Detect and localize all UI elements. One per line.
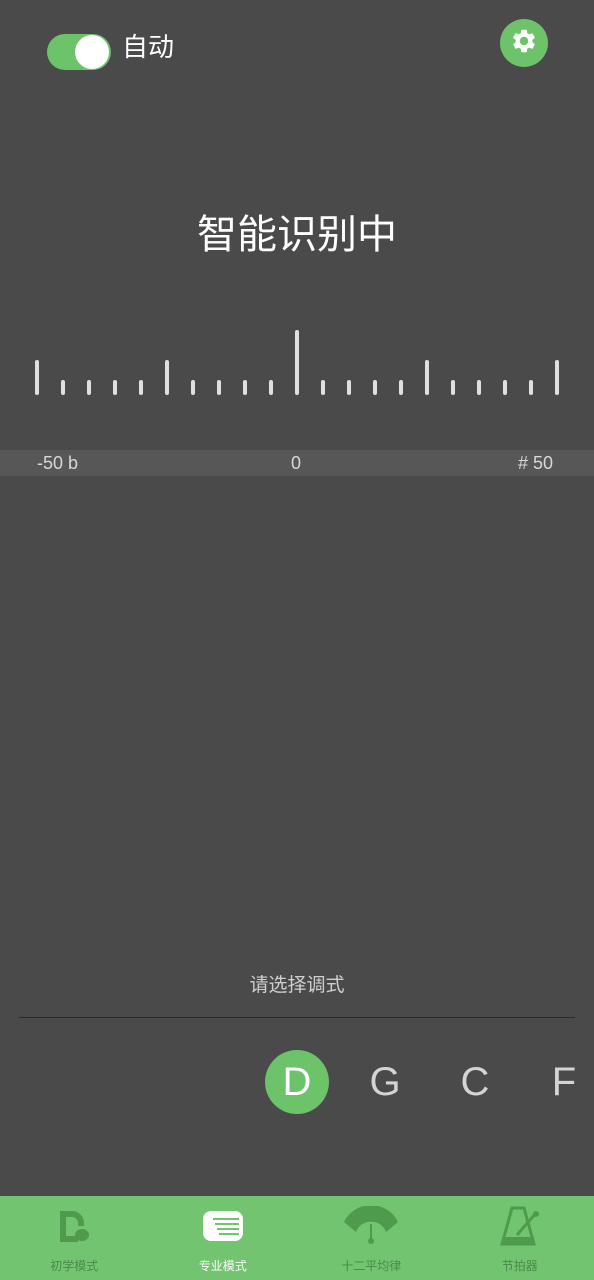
detection-status: 智能识别中 [197, 212, 397, 258]
major-tick [35, 360, 39, 395]
key-button-f[interactable]: F [532, 1050, 594, 1114]
metronome-icon [498, 1204, 542, 1248]
auto-toggle[interactable] [47, 34, 111, 70]
minor-tick [321, 380, 325, 395]
nav-label-equal-temperament: 十二平均律 [341, 1259, 402, 1273]
divider [19, 1017, 575, 1018]
settings-button[interactable] [500, 19, 548, 67]
minor-tick [347, 380, 351, 395]
minor-tick [451, 380, 455, 395]
minor-tick [113, 380, 117, 395]
minor-tick [269, 380, 273, 395]
minor-tick [529, 380, 533, 395]
key-button-c[interactable]: C [443, 1050, 507, 1114]
nav-item-metronome[interactable]: 节拍器 [446, 1196, 594, 1280]
toggle-knob [75, 35, 109, 69]
mode-prompt: 请选择调式 [249, 974, 345, 996]
minor-tick [243, 380, 247, 395]
nav-label-professional: 专业模式 [198, 1259, 247, 1273]
nav-item-professional[interactable]: 专业模式 [149, 1196, 298, 1280]
center-tick [295, 330, 299, 395]
minor-tick [61, 380, 65, 395]
professional-icon [201, 1204, 245, 1248]
auto-label: 自动 [122, 33, 175, 63]
cents-scale: -50 b 0 # 50 [0, 450, 594, 476]
beginner-icon [56, 1204, 92, 1248]
tuner-screen: 自动 智能识别中 -50 b 0 # 50 请选择调式 D G C F 初学模式 [0, 0, 594, 1280]
nav-item-equal-temperament[interactable]: 十二平均律 [297, 1196, 446, 1280]
minor-tick [399, 380, 403, 395]
minor-tick [477, 380, 481, 395]
minor-tick [191, 380, 195, 395]
key-button-d[interactable]: D [265, 1050, 329, 1114]
minor-tick [503, 380, 507, 395]
nav-item-beginner[interactable]: 初学模式 [0, 1196, 149, 1280]
minor-tick [139, 380, 143, 395]
scale-sharp-label: # 50 [518, 453, 554, 473]
scale-flat-label: -50 b [37, 453, 79, 473]
minor-tick [217, 380, 221, 395]
minor-tick [87, 380, 91, 395]
nav-label-beginner: 初学模式 [50, 1259, 99, 1273]
bottom-nav: 初学模式 专业模式 十二平均律 节拍器 [0, 1196, 594, 1280]
key-button-g[interactable]: G [353, 1050, 417, 1114]
nav-label-metronome: 节拍器 [501, 1259, 538, 1273]
major-tick [165, 360, 169, 395]
equal-temperament-icon [342, 1204, 400, 1248]
gear-icon [510, 27, 538, 59]
major-tick [425, 360, 429, 395]
major-tick [555, 360, 559, 395]
scale-zero-label: 0 [291, 453, 302, 473]
minor-tick [373, 380, 377, 395]
cents-ruler [0, 320, 594, 400]
